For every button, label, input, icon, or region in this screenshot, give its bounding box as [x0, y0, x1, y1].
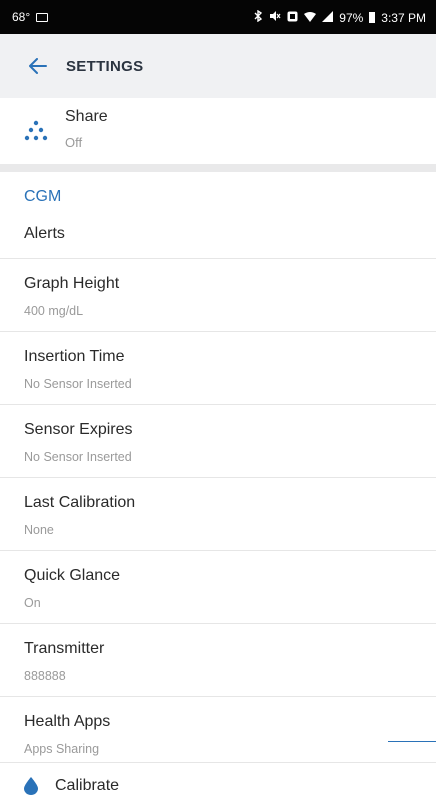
status-left: 68° [12, 10, 49, 24]
setting-label: Insertion Time [24, 348, 125, 365]
mute-icon [269, 10, 281, 25]
calibrate-label: Calibrate [55, 777, 120, 794]
setting-label: Graph Height [24, 275, 120, 292]
arrow-left-icon [29, 58, 47, 74]
back-button[interactable] [28, 56, 48, 76]
page-title: SETTINGS [66, 57, 144, 75]
setting-quick-glance[interactable]: Quick Glance On [0, 550, 436, 623]
setting-value: Apps Sharing [24, 742, 100, 756]
app-bar: SETTINGS [0, 34, 436, 99]
setting-sensor-expires[interactable]: Sensor Expires No Sensor Inserted [0, 404, 436, 477]
setting-value: 400 mg/dL [24, 304, 84, 318]
setting-transmitter[interactable]: Transmitter 888888 [0, 623, 436, 696]
nfc-icon [287, 11, 298, 25]
setting-health-apps[interactable]: Health Apps Apps Sharing [0, 696, 436, 769]
status-bar: 68° 97% 3:37 PM [0, 0, 436, 34]
setting-insertion-time[interactable]: Insertion Time No Sensor Inserted [0, 331, 436, 404]
wifi-icon [304, 11, 317, 25]
gallery-icon [36, 12, 49, 22]
clock: 3:37 PM [381, 10, 426, 25]
battery-percent: 97% [339, 10, 364, 25]
setting-value: None [24, 523, 54, 537]
drop-icon [24, 777, 38, 795]
setting-graph-height[interactable]: Graph Height 400 mg/dL [0, 258, 436, 331]
section-title-cgm: CGM [24, 188, 62, 205]
share-dots-icon [24, 120, 48, 141]
bluetooth-icon [253, 9, 263, 25]
setting-label: Quick Glance [24, 567, 121, 584]
section-divider [0, 164, 436, 172]
accent-line [388, 741, 436, 742]
setting-value: On [24, 596, 41, 610]
setting-label: Sensor Expires [24, 421, 133, 438]
share-setting[interactable]: Share Off [0, 98, 436, 164]
alerts-item[interactable]: Alerts [24, 225, 65, 243]
setting-label: Health Apps [24, 713, 111, 730]
setting-last-calibration[interactable]: Last Calibration None [0, 477, 436, 550]
setting-label: Last Calibration [24, 494, 136, 511]
share-label: Share [65, 108, 108, 125]
setting-label: Transmitter [24, 640, 105, 657]
share-value: Off [65, 135, 83, 150]
setting-value: 888888 [24, 669, 66, 683]
settings-list: Graph Height 400 mg/dL Insertion Time No… [0, 258, 436, 769]
battery-icon [369, 12, 376, 23]
setting-value: No Sensor Inserted [24, 450, 132, 464]
calibrate-item[interactable]: Calibrate [0, 762, 436, 811]
setting-value: No Sensor Inserted [24, 377, 132, 391]
status-right: 97% 3:37 PM [253, 9, 426, 25]
temperature-text: 68° [12, 10, 31, 24]
signal-icon [322, 10, 334, 25]
